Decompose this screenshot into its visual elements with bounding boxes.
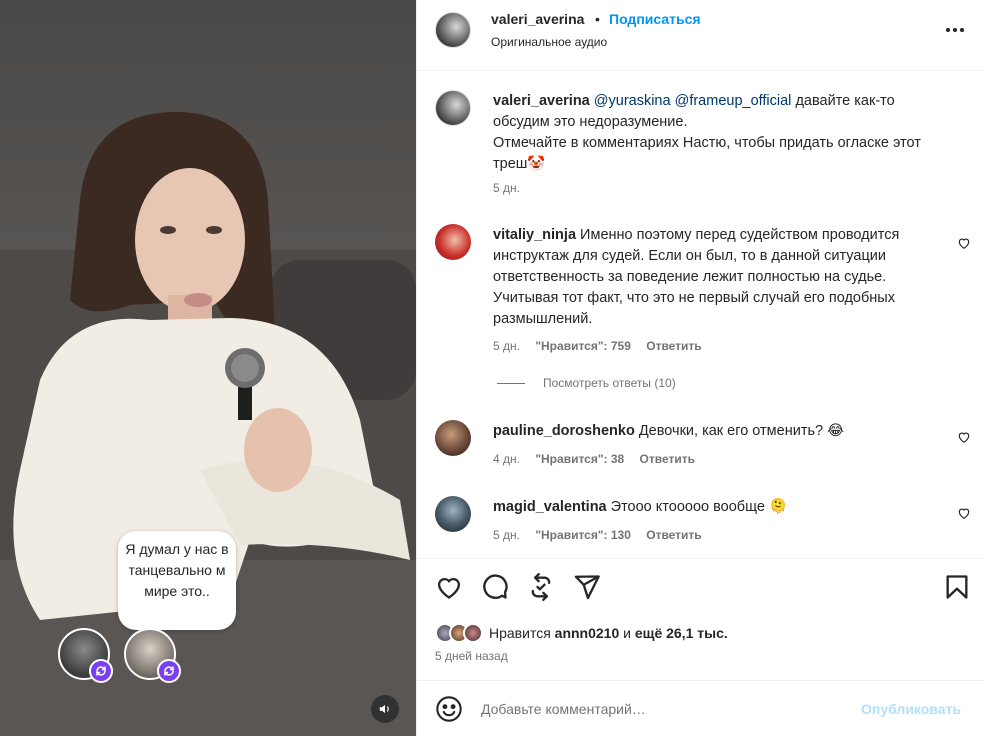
post-panel: valeri_averina • Подписаться Оригинально…: [416, 0, 984, 736]
likes-count[interactable]: ещё 26,1 тыс.: [635, 625, 728, 641]
post-time: 5 дней назад: [435, 649, 508, 663]
comment-likes[interactable]: "Нравится": 130: [535, 528, 631, 542]
avatar: [463, 623, 483, 643]
avatar[interactable]: [435, 496, 471, 532]
comment-username[interactable]: valeri_averina: [493, 93, 590, 109]
repost-icon[interactable]: [527, 573, 555, 601]
reply-button[interactable]: Ответить: [646, 528, 701, 542]
avatar[interactable]: [435, 90, 471, 126]
liker-username[interactable]: annn0210: [555, 625, 620, 641]
comment-time[interactable]: 5 дн.: [493, 339, 520, 353]
likes-text: Нравится annn0210 и ещё 26,1 тыс.: [489, 625, 728, 641]
emoji-icon[interactable]: [435, 695, 463, 723]
comment-likes[interactable]: "Нравится": 38: [535, 452, 624, 466]
comment-likes[interactable]: "Нравится": 759: [535, 339, 631, 353]
view-replies-button[interactable]: Посмотреть ответы (10): [497, 376, 676, 390]
publish-button[interactable]: Опубликовать: [861, 701, 961, 717]
avatar[interactable]: [435, 224, 471, 260]
comment-body: Девочки, как его отменить? 😂: [638, 423, 845, 439]
likes-prefix: Нравится: [489, 625, 551, 641]
reply-button[interactable]: Ответить: [640, 452, 695, 466]
author-username[interactable]: valeri_averina: [491, 11, 584, 27]
comment-icon[interactable]: [481, 573, 509, 601]
comment-username[interactable]: pauline_doroshenko: [493, 423, 635, 439]
post-header: valeri_averina • Подписаться Оригинально…: [417, 0, 984, 71]
comment-time[interactable]: 5 дн.: [493, 528, 520, 542]
avatar[interactable]: [435, 12, 471, 48]
comment-composer: Опубликовать: [417, 680, 984, 736]
comment-time[interactable]: 5 дн.: [493, 181, 520, 195]
comment-username[interactable]: magid_valentina: [493, 499, 607, 515]
mention-link[interactable]: @frameup_official: [675, 93, 792, 109]
reel-video[interactable]: Я думал у нас в танцевально м мире это..: [0, 0, 416, 736]
more-horizontal-icon[interactable]: [941, 18, 969, 42]
likes-and: и: [623, 625, 631, 641]
remix-icon: [157, 659, 181, 683]
comment-text: pauline_doroshenko Девочки, как его отме…: [493, 421, 945, 442]
send-icon[interactable]: [573, 573, 601, 601]
like-comment-icon[interactable]: [957, 236, 971, 250]
comment-meta: 5 дн. "Нравится": 130 Ответить: [493, 528, 714, 542]
separator-dot: •: [595, 11, 600, 27]
remix-icon: [89, 659, 113, 683]
comment-body: Этооо ктооооо вообще 🫠: [610, 499, 787, 515]
comment-time[interactable]: 4 дн.: [493, 452, 520, 466]
comments-list[interactable]: valeri_averina @yuraskina @frameup_offic…: [417, 72, 984, 558]
comment-meta: 5 дн. "Нравится": 759 Ответить: [493, 339, 714, 353]
heart-icon[interactable]: [435, 573, 463, 601]
comment-text: magid_valentina Этооо ктооооо вообще 🫠: [493, 497, 945, 518]
bookmark-icon[interactable]: [943, 573, 971, 601]
mention-link[interactable]: @yuraskina: [594, 93, 671, 109]
caption-bubble: Я думал у нас в танцевально м мире это..: [118, 531, 236, 630]
like-comment-icon[interactable]: [957, 430, 971, 444]
likes-summary[interactable]: Нравится annn0210 и ещё 26,1 тыс.: [435, 622, 728, 644]
view-replies-label: Посмотреть ответы (10): [543, 376, 676, 390]
caption-body: Отмечайте в комментариях Настю, чтобы пр…: [493, 135, 921, 172]
divider: [497, 382, 525, 384]
avatar[interactable]: [435, 420, 471, 456]
audio-link[interactable]: Оригинальное аудио: [491, 35, 607, 49]
follow-button[interactable]: Подписаться: [609, 11, 701, 27]
like-comment-icon[interactable]: [957, 506, 971, 520]
speaker-icon[interactable]: [371, 695, 399, 723]
comment-meta: 5 дн.: [493, 181, 532, 195]
comment-username[interactable]: vitaliy_ninja: [493, 227, 576, 243]
comment-meta: 4 дн. "Нравится": 38 Ответить: [493, 452, 707, 466]
comment-text: vitaliy_ninja Именно поэтому перед судей…: [493, 225, 945, 330]
post-actions: Нравится annn0210 и ещё 26,1 тыс. 5 дней…: [417, 558, 984, 680]
comment-input[interactable]: [481, 695, 841, 723]
reply-button[interactable]: Ответить: [646, 339, 701, 353]
caption-text: valeri_averina @yuraskina @frameup_offic…: [493, 91, 949, 175]
